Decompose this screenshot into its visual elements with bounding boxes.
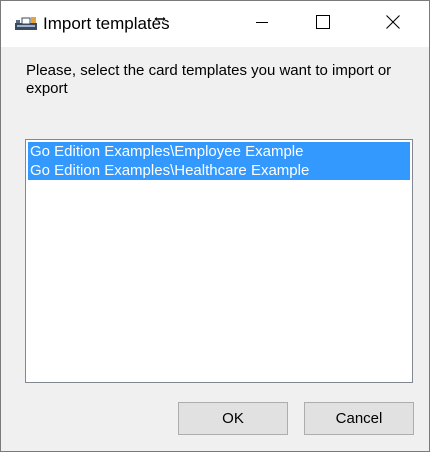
minimize-icon bbox=[256, 15, 268, 33]
import-templates-dialog: Import templates Please, select the card… bbox=[0, 0, 430, 452]
card-printer-icon bbox=[14, 16, 40, 32]
close-icon bbox=[386, 14, 400, 34]
title-bar[interactable]: Import templates bbox=[1, 1, 429, 47]
maximize-icon bbox=[316, 14, 330, 34]
list-item[interactable]: Go Edition Examples\Healthcare Example bbox=[28, 161, 410, 180]
instruction-text: Please, select the card templates you wa… bbox=[26, 62, 392, 97]
minimize-button[interactable] bbox=[239, 1, 285, 47]
maximize-button[interactable] bbox=[300, 1, 346, 47]
resize-cursor-icon bbox=[153, 11, 167, 23]
ok-button[interactable]: OK bbox=[178, 402, 288, 435]
templates-listbox[interactable]: Go Edition Examples\Employee Example Go … bbox=[25, 139, 413, 383]
window-title: Import templates bbox=[43, 14, 170, 33]
close-button[interactable] bbox=[370, 1, 416, 47]
list-item[interactable]: Go Edition Examples\Employee Example bbox=[28, 142, 410, 161]
cancel-button[interactable]: Cancel bbox=[304, 402, 414, 435]
